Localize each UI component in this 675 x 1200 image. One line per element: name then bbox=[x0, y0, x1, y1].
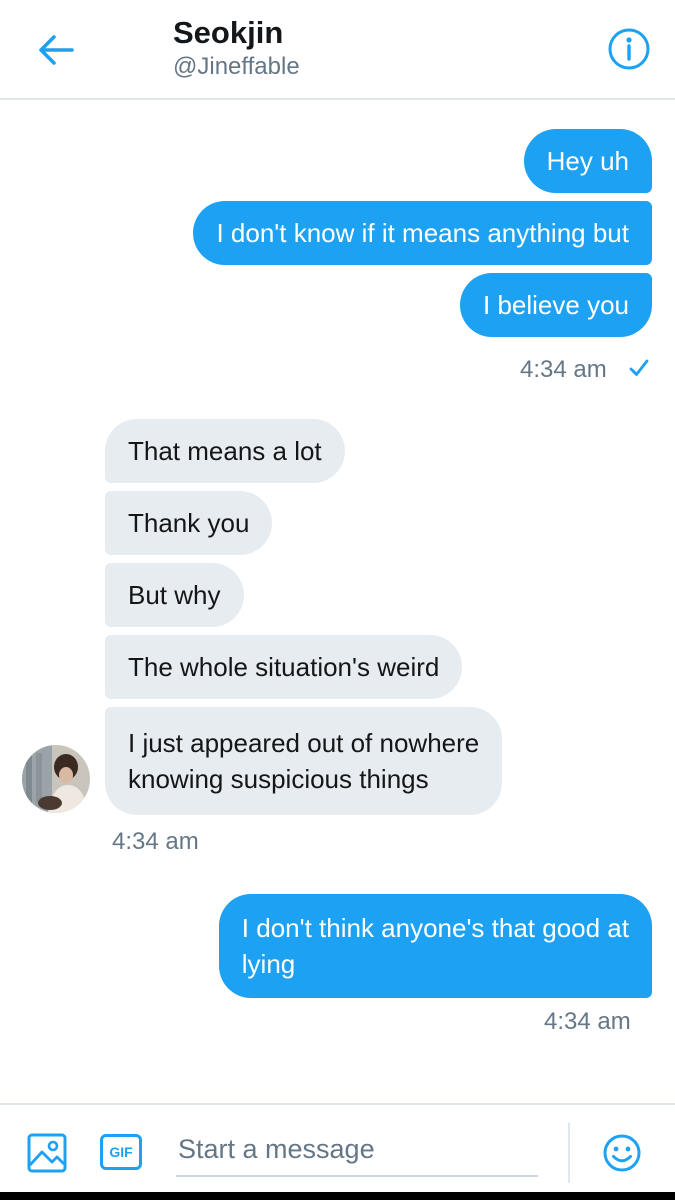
message-text-line: lying bbox=[241, 949, 296, 979]
message-list[interactable]: Hey uh I don't know if it means anything… bbox=[0, 102, 675, 1102]
message-timestamp: 4:34 am bbox=[520, 356, 607, 383]
conversation-header: Seokjin @Jineffable bbox=[0, 0, 675, 100]
message-text: I don't know if it means anything but bbox=[216, 218, 629, 248]
composer-divider bbox=[568, 1123, 570, 1183]
back-button[interactable] bbox=[34, 28, 78, 72]
message-bubble-incoming[interactable]: That means a lot bbox=[105, 419, 345, 483]
message-composer: GIF bbox=[0, 1103, 675, 1200]
message-timestamp: 4:34 am bbox=[112, 828, 199, 855]
message-text: The whole situation's weird bbox=[128, 652, 440, 682]
avatar[interactable] bbox=[22, 745, 90, 813]
add-media-button[interactable] bbox=[26, 1132, 68, 1174]
image-icon bbox=[27, 1133, 67, 1173]
gif-label: GIF bbox=[109, 1144, 133, 1160]
message-bubble-incoming[interactable]: The whole situation's weird bbox=[105, 635, 463, 699]
message-text: Thank you bbox=[128, 508, 250, 538]
message-text: That means a lot bbox=[128, 436, 322, 466]
message-bubble-outgoing[interactable]: I believe you bbox=[460, 273, 652, 337]
contact-info[interactable]: Seokjin @Jineffable bbox=[173, 14, 300, 82]
message-bubble-incoming[interactable]: I just appeared out of nowhere knowing s… bbox=[105, 707, 503, 815]
message-text: But why bbox=[128, 580, 221, 610]
message-bubble-incoming[interactable]: Thank you bbox=[105, 491, 273, 555]
info-icon bbox=[608, 28, 650, 70]
smiley-icon bbox=[603, 1134, 641, 1172]
checkmark-icon bbox=[629, 359, 649, 376]
message-text: Hey uh bbox=[546, 146, 629, 176]
message-bubble-outgoing[interactable]: I don't know if it means anything but bbox=[193, 201, 652, 265]
arrow-left-icon bbox=[39, 35, 74, 65]
contact-name: Seokjin bbox=[173, 15, 284, 50]
message-text: I believe you bbox=[483, 290, 629, 320]
info-button[interactable] bbox=[606, 26, 652, 72]
avatar-photo bbox=[22, 745, 90, 813]
message-text-line: I don't think anyone's that good at bbox=[241, 913, 629, 943]
message-bubble-incoming[interactable]: But why bbox=[105, 563, 244, 627]
message-text-line: I just appeared out of nowhere bbox=[128, 728, 480, 758]
message-text-line: knowing suspicious things bbox=[128, 764, 429, 794]
message-bubble-outgoing[interactable]: Hey uh bbox=[523, 129, 652, 193]
message-timestamp: 4:34 am bbox=[544, 1008, 631, 1035]
emoji-button[interactable] bbox=[602, 1133, 642, 1173]
gif-button[interactable]: GIF bbox=[100, 1134, 142, 1170]
message-input[interactable] bbox=[176, 1123, 538, 1177]
system-nav-bar bbox=[0, 1192, 675, 1200]
contact-handle: @Jineffable bbox=[173, 53, 300, 80]
message-bubble-outgoing[interactable]: I don't think anyone's that good at lyin… bbox=[218, 894, 652, 998]
